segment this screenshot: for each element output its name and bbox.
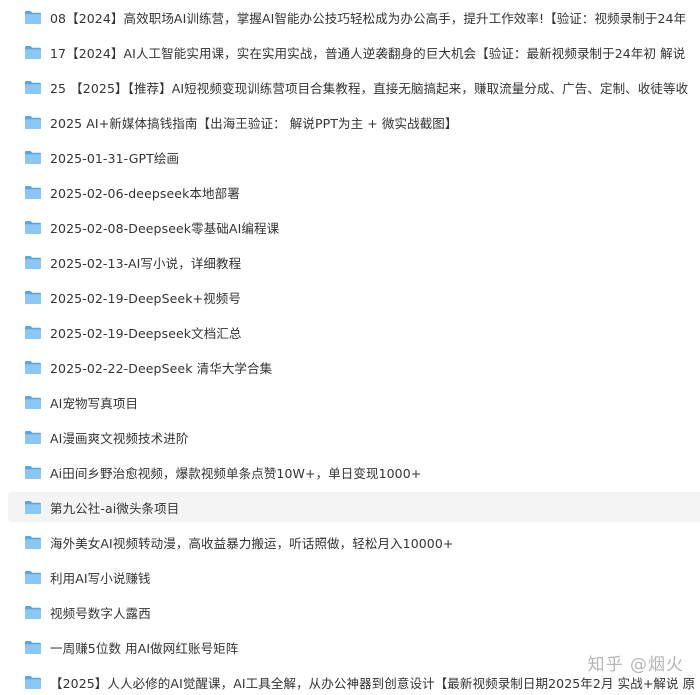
folder-icon	[24, 500, 42, 515]
watermark: 知乎 @烟火	[587, 655, 684, 675]
folder-row[interactable]: Ai田间乡野治愈视频，爆款视频单条点赞10W+，单日变现1000+	[8, 457, 700, 487]
folder-icon	[24, 675, 42, 690]
folder-icon	[24, 395, 42, 410]
folder-name: 17【2024】AI人工智能实用课，实在实用实战，普通人逆袭翻身的巨大机会【验证…	[50, 45, 686, 61]
folder-row[interactable]: 2025-02-06-deepseek本地部署	[8, 177, 700, 207]
folder-row[interactable]: 2025 AI+新媒体搞钱指南【出海王验证： 解说PPT为主 + 微实战截图】	[8, 107, 700, 137]
folder-icon	[24, 605, 42, 620]
folder-name: 第九公社-ai微头条项目	[50, 500, 180, 516]
folder-name: 视频号数字人露西	[50, 605, 151, 621]
folder-icon	[24, 465, 42, 480]
folder-icon	[24, 45, 42, 60]
folder-icon	[24, 115, 42, 130]
folder-row[interactable]: 2025-02-19-DeepSeek+视频号	[8, 282, 700, 312]
folder-icon	[24, 640, 42, 655]
folder-name: 25 【2025】【推荐】AI短视频变现训练营项目合集教程，直接无脑搞起来，赚取…	[50, 80, 689, 96]
folder-name: 08【2024】高效职场AI训练营，掌握AI智能办公技巧轻松成为办公高手，提升工…	[50, 10, 687, 26]
folder-name: 2025-02-22-DeepSeek 清华大学合集	[50, 360, 273, 376]
folder-row[interactable]: 2025-02-08-Deepseek零基础AI编程课	[8, 212, 700, 242]
folder-name: 2025 AI+新媒体搞钱指南【出海王验证： 解说PPT为主 + 微实战截图】	[50, 115, 458, 131]
folder-icon	[24, 430, 42, 445]
folder-row[interactable]: 08【2024】高效职场AI训练营，掌握AI智能办公技巧轻松成为办公高手，提升工…	[8, 2, 700, 32]
file-list: 08【2024】高效职场AI训练营，掌握AI智能办公技巧轻松成为办公高手，提升工…	[0, 0, 700, 695]
folder-name: 海外美女AI视频转动漫，高收益暴力搬运，听话照做，轻松月入10000+	[50, 535, 454, 551]
folder-row[interactable]: 海外美女AI视频转动漫，高收益暴力搬运，听话照做，轻松月入10000+	[8, 527, 700, 557]
folder-row[interactable]: 2025-01-31-GPT绘画	[8, 142, 700, 172]
folder-name: 【2025】人人必修的AI觉醒课，AI工具全解，从办公神器到创意设计【最新视频录…	[50, 675, 696, 691]
folder-name: 2025-02-19-Deepseek文档汇总	[50, 325, 242, 341]
folder-icon	[24, 255, 42, 270]
folder-name: AI宠物写真项目	[50, 395, 139, 411]
folder-row[interactable]: 第九公社-ai微头条项目	[8, 492, 700, 522]
folder-row[interactable]: 25 【2025】【推荐】AI短视频变现训练营项目合集教程，直接无脑搞起来，赚取…	[8, 72, 700, 102]
folder-name: 2025-02-08-Deepseek零基础AI编程课	[50, 220, 280, 236]
folder-name: 利用AI写小说赚钱	[50, 570, 151, 586]
folder-row[interactable]: 视频号数字人露西	[8, 597, 700, 627]
folder-icon	[24, 10, 42, 25]
folder-icon	[24, 360, 42, 375]
folder-icon	[24, 220, 42, 235]
folder-row[interactable]: AI漫画爽文视频技术进阶	[8, 422, 700, 452]
folder-name: Ai田间乡野治愈视频，爆款视频单条点赞10W+，单日变现1000+	[50, 465, 422, 481]
folder-name: AI漫画爽文视频技术进阶	[50, 430, 189, 446]
folder-icon	[24, 535, 42, 550]
folder-row[interactable]: 2025-02-13-AI写小说，详细教程	[8, 247, 700, 277]
folder-name: 2025-02-06-deepseek本地部署	[50, 185, 240, 201]
folder-icon	[24, 80, 42, 95]
folder-name: 2025-02-19-DeepSeek+视频号	[50, 290, 241, 306]
folder-name: 2025-01-31-GPT绘画	[50, 150, 180, 166]
folder-icon	[24, 150, 42, 165]
folder-row[interactable]: 2025-02-22-DeepSeek 清华大学合集	[8, 352, 700, 382]
folder-row[interactable]: 17【2024】AI人工智能实用课，实在实用实战，普通人逆袭翻身的巨大机会【验证…	[8, 37, 700, 67]
folder-icon	[24, 325, 42, 340]
folder-icon	[24, 290, 42, 305]
folder-row[interactable]: 利用AI写小说赚钱	[8, 562, 700, 592]
folder-name: 一周赚5位数 用AI做网红账号矩阵	[50, 640, 239, 656]
folder-name: 2025-02-13-AI写小说，详细教程	[50, 255, 242, 271]
folder-icon	[24, 570, 42, 585]
folder-icon	[24, 185, 42, 200]
folder-row[interactable]: AI宠物写真项目	[8, 387, 700, 417]
folder-row[interactable]: 2025-02-19-Deepseek文档汇总	[8, 317, 700, 347]
